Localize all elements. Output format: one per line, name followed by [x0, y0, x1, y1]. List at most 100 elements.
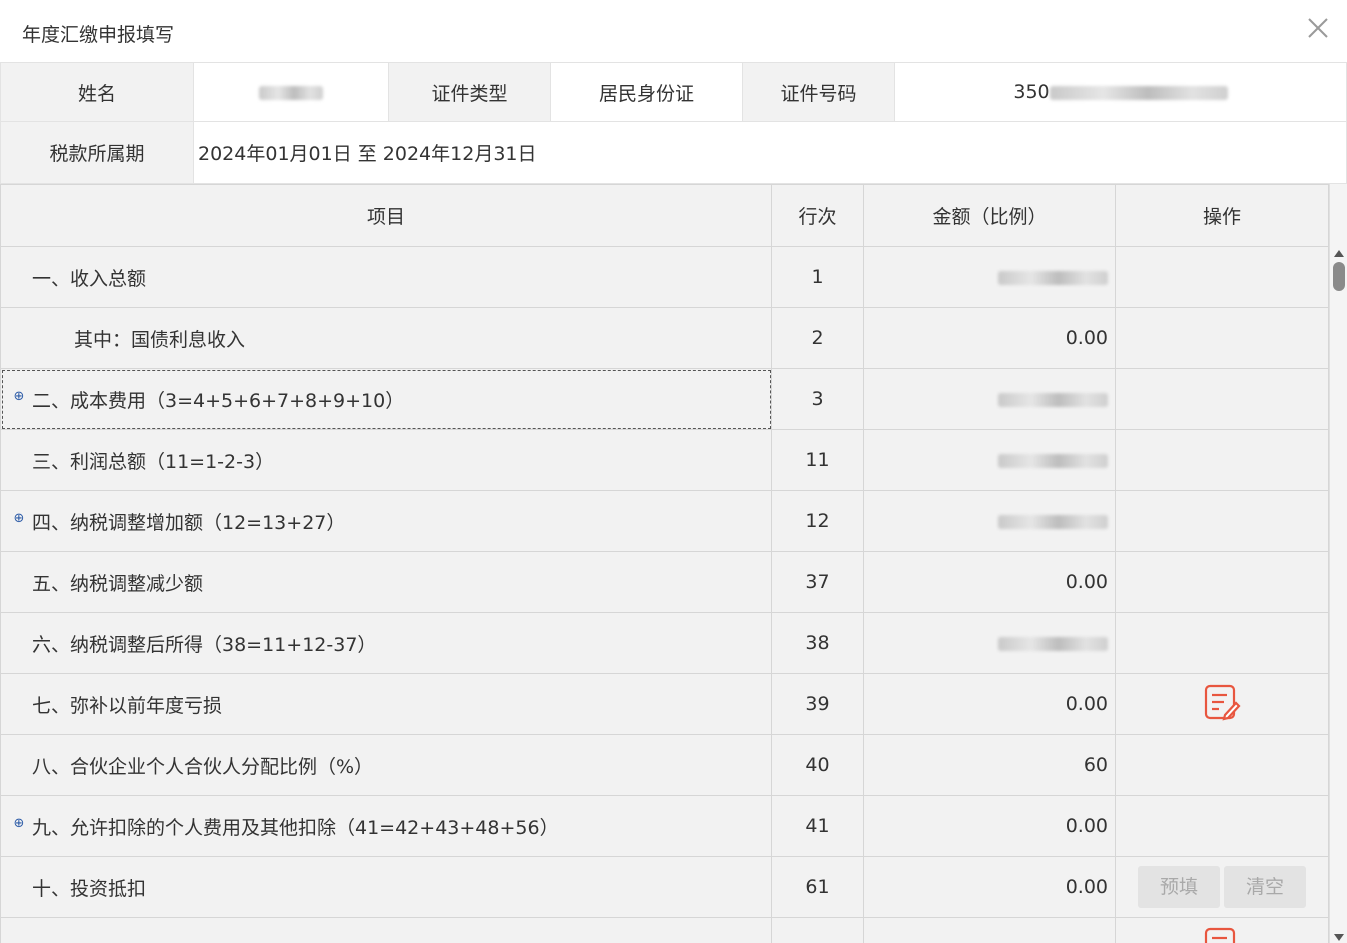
redacted-amount	[998, 514, 1108, 529]
id-type-label: 证件类型	[388, 62, 551, 122]
row-operation-cell	[1115, 368, 1329, 430]
row-number-cell: 40	[771, 734, 864, 796]
expand-plus-icon[interactable]: ⊕	[13, 817, 25, 830]
row-amount-cell[interactable]	[863, 429, 1116, 491]
table-row[interactable]	[0, 917, 1329, 943]
row-item-label: 十、投资抵扣	[32, 877, 147, 900]
table-row[interactable]: 七、弥补以前年度亏损 39 0.00	[0, 673, 1329, 735]
dialog-title: 年度汇缴申报填写	[22, 24, 175, 46]
row-item-cell[interactable]: ⊕ 二、成本费用（3=4+5+6+7+8+9+10）	[0, 368, 772, 430]
table-row[interactable]: 六、纳税调整后所得（38=11+12-37） 38	[0, 612, 1329, 674]
row-item-label: 三、利润总额（11=1-2-3）	[32, 450, 275, 473]
taxpayer-info-table: 姓名 证件类型 居民身份证 证件号码 350 税款所属期 2024年01月01日…	[0, 62, 1347, 184]
row-operation-cell	[1115, 246, 1329, 308]
row-partial-cell	[0, 917, 772, 943]
id-type-value: 居民身份证	[550, 62, 743, 122]
vertical-scrollbar[interactable]	[1329, 184, 1347, 943]
row-amount-cell[interactable]	[863, 490, 1116, 552]
row-operation-cell	[1115, 612, 1329, 674]
tax-period-value: 2024年01月01日 至 2024年12月31日	[193, 121, 1347, 184]
redacted-amount	[998, 392, 1108, 407]
row-amount-cell[interactable]	[863, 246, 1116, 308]
edit-form-icon[interactable]	[1203, 926, 1241, 943]
table-row[interactable]: 三、利润总额（11=1-2-3） 11	[0, 429, 1329, 491]
row-amount-cell[interactable]: 0.00	[863, 856, 1116, 918]
row-item-cell[interactable]: 其中：国债利息收入	[0, 307, 772, 369]
table-row[interactable]: 十、投资抵扣 61 0.00 预填 清空	[0, 856, 1329, 918]
id-number-label: 证件号码	[742, 62, 895, 122]
row-amount-cell[interactable]: 60	[863, 734, 1116, 796]
table-row[interactable]: 八、合伙企业个人合伙人分配比例（%） 40 60	[0, 734, 1329, 796]
row-number-cell: 2	[771, 307, 864, 369]
scroll-up-arrow-icon[interactable]	[1334, 250, 1344, 257]
row-operation-cell	[1115, 490, 1329, 552]
row-amount-cell[interactable]: 0.00	[863, 795, 1116, 857]
row-number-cell: 12	[771, 490, 864, 552]
row-amount-cell[interactable]: 0.00	[863, 551, 1116, 613]
close-icon[interactable]	[1305, 15, 1331, 41]
row-item-cell[interactable]: ⊕ 四、纳税调整增加额（12=13+27）	[0, 490, 772, 552]
table-row[interactable]: 五、纳税调整减少额 37 0.00	[0, 551, 1329, 613]
id-number-prefix: 350	[1013, 81, 1050, 103]
id-number-value: 350	[894, 62, 1347, 122]
row-amount-cell[interactable]	[863, 612, 1116, 674]
row-item-cell[interactable]: 八、合伙企业个人合伙人分配比例（%）	[0, 734, 772, 796]
row-amount-cell[interactable]	[863, 368, 1116, 430]
header-row-number: 行次	[771, 184, 864, 247]
clear-button[interactable]: 清空	[1224, 866, 1306, 908]
row-operation-cell	[1115, 734, 1329, 796]
row-item-label: 八、合伙企业个人合伙人分配比例（%）	[32, 755, 374, 778]
header-item: 项目	[0, 184, 772, 247]
prefill-button[interactable]: 预填	[1138, 866, 1220, 908]
row-operation-cell: 预填 清空	[1115, 856, 1329, 918]
row-item-label: 其中：国债利息收入	[74, 328, 246, 351]
declaration-grid-viewport: 项目 行次 金额（比例） 操作 一、收入总额 1 其中：国债利息收入 2 0.00 ⊕ 二、…	[0, 184, 1329, 943]
redacted-amount	[998, 453, 1108, 468]
row-operation-cell	[1115, 551, 1329, 613]
row-item-cell[interactable]: 七、弥补以前年度亏损	[0, 673, 772, 735]
redacted-amount	[998, 636, 1108, 651]
row-item-label: 七、弥补以前年度亏损	[32, 694, 223, 717]
row-item-label: 五、纳税调整减少额	[32, 572, 204, 595]
redacted-amount	[998, 270, 1108, 285]
row-item-label: 一、收入总额	[32, 267, 147, 290]
edit-form-icon[interactable]	[1203, 683, 1241, 726]
row-operation-cell	[1115, 429, 1329, 491]
row-amount-cell[interactable]: 0.00	[863, 307, 1116, 369]
table-row[interactable]: 一、收入总额 1	[0, 246, 1329, 308]
row-operation-cell	[1115, 795, 1329, 857]
row-item-cell[interactable]: 十、投资抵扣	[0, 856, 772, 918]
header-amount: 金额（比例）	[863, 184, 1116, 247]
row-item-cell[interactable]: ⊕ 九、允许扣除的个人费用及其他扣除（41=42+43+48+56）	[0, 795, 772, 857]
row-number-cell: 11	[771, 429, 864, 491]
row-item-cell[interactable]: 一、收入总额	[0, 246, 772, 308]
row-number-cell: 41	[771, 795, 864, 857]
expand-plus-icon[interactable]: ⊕	[13, 512, 25, 525]
name-value	[193, 62, 389, 122]
row-number-cell: 38	[771, 612, 864, 674]
header-operation: 操作	[1115, 184, 1329, 247]
dialog-titlebar: 年度汇缴申报填写	[0, 0, 1347, 63]
name-label: 姓名	[0, 62, 194, 122]
row-item-cell[interactable]: 六、纳税调整后所得（38=11+12-37）	[0, 612, 772, 674]
table-row[interactable]: ⊕ 二、成本费用（3=4+5+6+7+8+9+10） 3	[0, 368, 1329, 430]
row-number-cell: 1	[771, 246, 864, 308]
tax-period-label: 税款所属期	[0, 121, 194, 184]
table-row[interactable]: 其中：国债利息收入 2 0.00	[0, 307, 1329, 369]
row-number-cell: 3	[771, 368, 864, 430]
table-row[interactable]: ⊕ 九、允许扣除的个人费用及其他扣除（41=42+43+48+56） 41 0.00	[0, 795, 1329, 857]
row-number-cell: 37	[771, 551, 864, 613]
row-operation-cell	[1115, 673, 1329, 735]
row-item-label: 九、允许扣除的个人费用及其他扣除（41=42+43+48+56）	[32, 816, 559, 839]
row-item-cell[interactable]: 五、纳税调整减少额	[0, 551, 772, 613]
table-row[interactable]: ⊕ 四、纳税调整增加额（12=13+27） 12	[0, 490, 1329, 552]
row-item-label: 四、纳税调整增加额（12=13+27）	[32, 511, 346, 534]
row-amount-cell[interactable]: 0.00	[863, 673, 1116, 735]
scrollbar-thumb[interactable]	[1333, 262, 1345, 291]
row-item-cell[interactable]: 三、利润总额（11=1-2-3）	[0, 429, 772, 491]
scroll-down-arrow-icon[interactable]	[1334, 934, 1344, 941]
declaration-grid: 项目 行次 金额（比例） 操作 一、收入总额 1 其中：国债利息收入 2 0.00 ⊕ 二、…	[0, 184, 1329, 943]
expand-plus-icon[interactable]: ⊕	[13, 390, 25, 403]
row-number-cell: 39	[771, 673, 864, 735]
row-item-label: 二、成本费用（3=4+5+6+7+8+9+10）	[32, 389, 405, 412]
